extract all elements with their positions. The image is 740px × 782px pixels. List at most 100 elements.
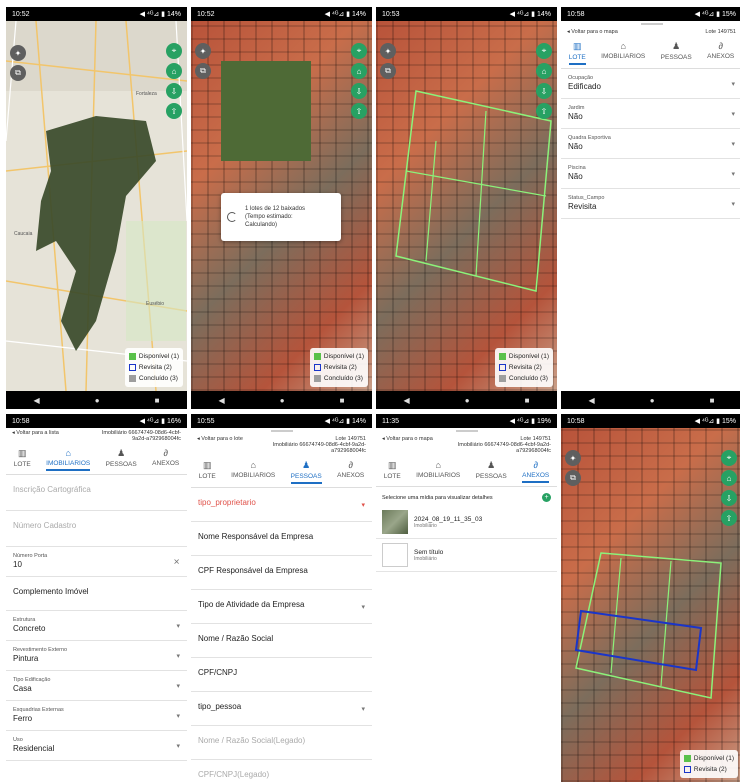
tab-pessoas[interactable]: ♟ PESSOAS: [290, 460, 322, 484]
uso-select[interactable]: Uso Residencial ▾: [6, 731, 187, 761]
android-nav-bar: ◀ ● ■: [191, 391, 372, 409]
tab-label: LOTE: [198, 473, 216, 480]
jardim-select[interactable]: Jardim Não ▾: [561, 99, 740, 129]
nome-responsavel-input[interactable]: Nome Responsável da Empresa: [191, 522, 372, 556]
nav-recent-button[interactable]: ■: [340, 396, 345, 405]
tab-anexos[interactable]: ∂ ANEXOS: [707, 41, 734, 65]
tab-pessoas[interactable]: ♟ PESSOAS: [661, 41, 692, 65]
street-map[interactable]: Fortaleza Caucaia Eusébio ✦ ⧉ ⌖ ⌂ ⇩ ⇧ Di…: [6, 21, 187, 391]
tipo-atividade-select[interactable]: Tipo de Atividade da Empresa ▾: [191, 590, 372, 624]
tab-anexos[interactable]: ∂ ANEXOS: [337, 460, 364, 484]
nav-home-button[interactable]: ●: [280, 396, 285, 405]
cpf-cnpj-input[interactable]: CPF/CNPJ: [191, 658, 372, 692]
tab-imobiliarios[interactable]: ⌂ IMOBILIARIOS: [416, 460, 460, 483]
dropdown-arrow-icon: ▾: [731, 110, 735, 118]
complemento-input[interactable]: Complemento Imóvel: [6, 577, 187, 611]
available-swatch: [498, 353, 506, 360]
nav-recent-button[interactable]: ■: [525, 396, 530, 405]
tab-lote[interactable]: ▥ LOTE: [14, 448, 31, 471]
ocupacao-select[interactable]: Ocupação Edificado ▾: [561, 69, 740, 99]
clear-icon[interactable]: ✕: [173, 557, 180, 566]
home-icon[interactable]: ⌂: [721, 470, 737, 486]
add-media-button[interactable]: +: [542, 493, 551, 502]
nav-back-button[interactable]: ◀: [589, 396, 595, 405]
upload-icon[interactable]: ⇧: [166, 103, 182, 119]
paperclip-icon: ∂: [163, 448, 168, 458]
home-icon[interactable]: ⌂: [166, 63, 182, 79]
inscricao-input[interactable]: Inscrição Cartográfica: [6, 475, 187, 511]
nav-recent-button[interactable]: ■: [710, 396, 715, 405]
esquadrias-select[interactable]: Esquadrias Externas Ferro ▾: [6, 701, 187, 731]
home-icon[interactable]: ⌂: [351, 63, 367, 79]
tab-pessoas[interactable]: ♟ PESSOAS: [106, 448, 137, 471]
nome-legado-input[interactable]: Nome / Razão Social(Legado): [191, 726, 372, 760]
tab-lote[interactable]: ▥ LOTE: [384, 460, 401, 483]
tab-imobiliarios[interactable]: ⌂ IMOBILIARIOS: [46, 448, 91, 471]
nome-razao-input[interactable]: Nome / Razão Social: [191, 624, 372, 658]
upload-icon[interactable]: ⇧: [351, 103, 367, 119]
list-item[interactable]: 2024_08_19_11_35_03 Imobiliário: [376, 506, 557, 539]
location-icon[interactable]: ⌖: [351, 43, 367, 59]
estrutura-select[interactable]: Estrutura Concreto ▾: [6, 611, 187, 641]
tipo-proprietario-select[interactable]: tipo_proprietario ▾: [191, 488, 372, 522]
location-icon[interactable]: ⌖: [166, 43, 182, 59]
field-placeholder: Nome / Razão Social(Legado): [198, 736, 306, 745]
download-icon[interactable]: ⇩: [166, 83, 182, 99]
back-to-list-link[interactable]: ◂ Voltar para a lista: [12, 430, 59, 442]
cpf-legado-input[interactable]: CPF/CNPJ(Legado): [191, 760, 372, 782]
revestimento-select[interactable]: Revestimento Externo Pintura ▾: [6, 641, 187, 671]
map-legend: Disponível (1) Revisita (2) Concluído (3…: [309, 348, 368, 387]
status-campo-select[interactable]: Status_Campo Revisita ▾: [561, 189, 740, 219]
tab-anexos[interactable]: ∂ ANEXOS: [522, 460, 550, 483]
tipo-edificacao-select[interactable]: Tipo Edificação Casa ▾: [6, 671, 187, 701]
satellite-map[interactable]: ✦ ⧉ ⌖ ⌂ ⇩ ⇧ Disponível (1) Revisita (2): [561, 428, 740, 782]
layers-icon[interactable]: ⧉: [10, 65, 26, 81]
upload-icon[interactable]: ⇧: [536, 103, 552, 119]
back-to-map-link[interactable]: ◂ Voltar para o mapa: [382, 436, 433, 454]
tab-pessoas[interactable]: ♟ PESSOAS: [476, 460, 507, 483]
numero-cadastro-input[interactable]: Número Cadastro: [6, 511, 187, 547]
list-item[interactable]: Sem título Imobiliário: [376, 539, 557, 572]
compass-icon[interactable]: ✦: [195, 43, 211, 59]
nav-back-button[interactable]: ◀: [34, 396, 40, 405]
tab-imobiliarios[interactable]: ⌂ IMOBILIARIOS: [601, 41, 645, 65]
nav-home-button[interactable]: ●: [650, 396, 655, 405]
tab-anexos[interactable]: ∂ ANEXOS: [152, 448, 179, 471]
cpf-responsavel-input[interactable]: CPF Responsável da Empresa: [191, 556, 372, 590]
status-icons: ◀ ⁴ᴳ⊿ ▮ 14%: [509, 11, 551, 18]
piscina-select[interactable]: Piscina Não ▾: [561, 159, 740, 189]
tab-lote[interactable]: ▥ LOTE: [199, 460, 216, 484]
tab-lote[interactable]: ▥ LOTE: [568, 41, 586, 65]
satellite-map[interactable]: ✦ ⧉ ⌖ ⌂ ⇩ ⇧ Disponível (1) Revisita (2) …: [376, 21, 557, 391]
download-icon[interactable]: ⇩: [536, 83, 552, 99]
download-icon[interactable]: ⇩: [351, 83, 367, 99]
tab-imobiliarios[interactable]: ⌂ IMOBILIARIOS: [231, 460, 275, 484]
upload-icon[interactable]: ⇧: [721, 510, 737, 526]
home-icon[interactable]: ⌂: [536, 63, 552, 79]
download-icon[interactable]: ⇩: [721, 490, 737, 506]
location-icon[interactable]: ⌖: [721, 450, 737, 466]
map-roads: [6, 21, 187, 391]
field-label: Jardim: [568, 105, 585, 111]
quadra-select[interactable]: Quadra Esportiva Não ▾: [561, 129, 740, 159]
layers-icon[interactable]: ⧉: [565, 470, 581, 486]
tipo-pessoa-select[interactable]: tipo_pessoa ▾: [191, 692, 372, 726]
layers-icon[interactable]: ⧉: [380, 63, 396, 79]
field-label: Tipo Edificação: [13, 677, 51, 683]
nav-home-button[interactable]: ●: [95, 396, 100, 405]
revisit-swatch: [498, 364, 506, 371]
layers-icon[interactable]: ⧉: [195, 63, 211, 79]
numero-porta-input[interactable]: Número Porta 10 ✕: [6, 547, 187, 577]
nav-back-button[interactable]: ◀: [219, 396, 225, 405]
nav-back-button[interactable]: ◀: [404, 396, 410, 405]
nav-home-button[interactable]: ●: [465, 396, 470, 405]
satellite-map[interactable]: ✦ ⧉ ⌖ ⌂ ⇩ ⇧ 1 lotes de 12 baixados (Temp…: [191, 21, 372, 391]
status-bar: 10:58 ◀ ⁴ᴳ⊿ ▮ 15%: [561, 7, 740, 21]
nav-recent-button[interactable]: ■: [155, 396, 160, 405]
compass-icon[interactable]: ✦: [10, 45, 26, 61]
back-to-map-link[interactable]: ◂ Voltar para o mapa: [567, 29, 618, 35]
compass-icon[interactable]: ✦: [565, 450, 581, 466]
back-to-lote-link[interactable]: ◂ Voltar para o lote: [197, 436, 243, 454]
location-icon[interactable]: ⌖: [536, 43, 552, 59]
compass-icon[interactable]: ✦: [380, 43, 396, 59]
